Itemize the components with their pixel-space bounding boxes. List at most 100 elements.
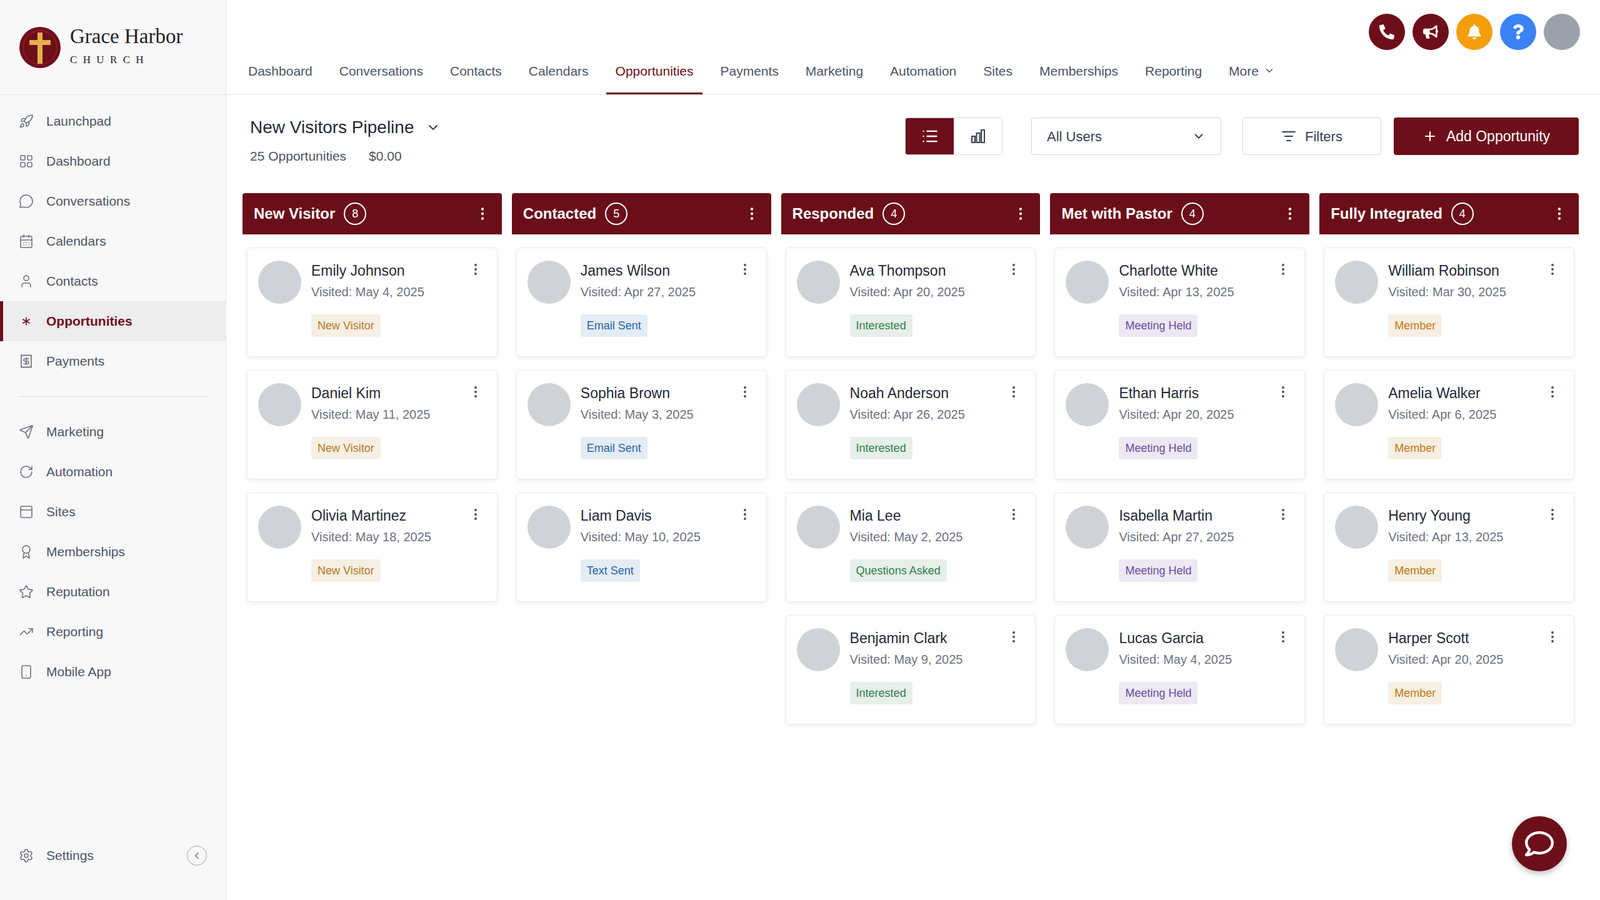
avatar	[1065, 505, 1109, 549]
column-title: Met with Pastor	[1061, 202, 1172, 225]
opportunity-card[interactable]: Emily JohnsonVisited: May 4, 2025New Vis…	[246, 247, 498, 357]
sidebar-item[interactable]: Reporting	[0, 611, 226, 652]
header-icon-button[interactable]	[1456, 13, 1493, 50]
opportunity-card[interactable]: Lucas GarciaVisited: May 4, 2025Meeting …	[1054, 615, 1305, 725]
card-menu-icon[interactable]	[1006, 384, 1022, 400]
sidebar-item[interactable]: Reputation	[0, 571, 226, 612]
opportunity-card[interactable]: Charlotte WhiteVisited: Apr 13, 2025Meet…	[1054, 247, 1305, 357]
contact-name: Liam Davis	[580, 506, 652, 525]
header-icon-button[interactable]	[1500, 13, 1537, 50]
opportunity-card[interactable]: William RobinsonVisited: Mar 30, 2025Mem…	[1323, 247, 1575, 357]
card-menu-icon[interactable]	[1006, 261, 1022, 277]
nav-tab[interactable]: Dashboard	[238, 61, 322, 95]
card-menu-icon[interactable]	[1545, 629, 1560, 645]
phone-icon	[1379, 24, 1395, 40]
sidebar-item[interactable]: Mobile App	[0, 651, 226, 692]
sidebar-item[interactable]: Calendars	[0, 221, 226, 262]
nav-tab[interactable]: Opportunities	[606, 61, 704, 95]
avatar	[796, 505, 840, 549]
collapse-button[interactable]	[186, 845, 207, 866]
nav-tab[interactable]: Sites	[973, 61, 1022, 95]
card-menu-icon[interactable]	[1275, 261, 1291, 277]
avatar	[796, 383, 840, 427]
opportunity-card[interactable]: Amelia WalkerVisited: Apr 6, 2025Member	[1323, 370, 1575, 480]
chevron-down-icon	[1263, 65, 1275, 77]
opportunity-card[interactable]: Benjamin ClarkVisited: May 9, 2025Intere…	[785, 615, 1037, 725]
user-filter-select[interactable]: All Users	[1031, 117, 1222, 155]
card-menu-icon[interactable]	[1545, 384, 1560, 400]
sidebar-item[interactable]: Memberships	[0, 531, 226, 572]
chart-view-button[interactable]	[953, 118, 1002, 155]
opportunity-card[interactable]: Noah AndersonVisited: Apr 26, 2025Intere…	[785, 370, 1037, 480]
card-menu-icon[interactable]	[1545, 261, 1560, 277]
pipeline-column: Responded4Ava ThompsonVisited: Apr 20, 2…	[781, 193, 1041, 725]
megaphone-icon	[1423, 24, 1439, 40]
opportunity-card[interactable]: Daniel KimVisited: May 11, 2025New Visit…	[246, 370, 498, 480]
opportunity-card[interactable]: Ethan HarrisVisited: Apr 20, 2025Meeting…	[1054, 370, 1305, 480]
column-menu-icon[interactable]	[743, 205, 760, 222]
status-tag: Member	[1388, 559, 1442, 582]
list-icon	[921, 127, 939, 145]
visited-date: Visited: Apr 13, 2025	[1118, 283, 1234, 301]
card-menu-icon[interactable]	[737, 506, 753, 522]
sidebar-item[interactable]: Payments	[0, 341, 226, 382]
nav-tab[interactable]: Conversations	[330, 61, 433, 95]
card-menu-icon[interactable]	[468, 261, 484, 277]
user-avatar[interactable]	[1543, 13, 1580, 50]
card-menu-icon[interactable]	[737, 384, 753, 400]
opportunity-card[interactable]: Olivia MartinezVisited: May 18, 2025New …	[246, 492, 498, 602]
card-menu-icon[interactable]	[468, 384, 484, 400]
sidebar-item[interactable]: Opportunities	[0, 301, 226, 342]
header-icon-button[interactable]	[1412, 13, 1449, 50]
nav-tab[interactable]: More	[1219, 61, 1285, 95]
opportunity-card[interactable]: Mia LeeVisited: May 2, 2025Questions Ask…	[785, 492, 1037, 602]
nav-tab[interactable]: Payments	[710, 61, 788, 95]
opportunity-card[interactable]: Isabella MartinVisited: Apr 27, 2025Meet…	[1054, 492, 1305, 602]
header-icon-button[interactable]	[1368, 13, 1405, 50]
nav-tab[interactable]: Reporting	[1135, 61, 1212, 95]
pipeline-column: Fully Integrated4 William RobinsonVisited…	[1319, 193, 1579, 725]
sidebar-item[interactable]: Launchpad	[0, 101, 226, 142]
column-menu-icon[interactable]	[1281, 205, 1299, 222]
card-menu-icon[interactable]	[468, 506, 484, 522]
card-menu-icon[interactable]	[1545, 506, 1560, 522]
settings-item[interactable]: Settings	[0, 835, 226, 876]
filters-button[interactable]: Filters	[1242, 117, 1382, 155]
sidebar-item[interactable]: Automation	[0, 451, 226, 492]
opportunity-card[interactable]: Liam DavisVisited: May 10, 2025Text Sent	[516, 492, 767, 602]
nav-tab[interactable]: Calendars	[519, 61, 599, 95]
add-opportunity-button[interactable]: Add Opportunity	[1393, 117, 1579, 155]
contact-name: Sophia Brown	[580, 383, 670, 403]
sidebar-item[interactable]: Conversations	[0, 181, 226, 222]
chat-button[interactable]	[1511, 816, 1567, 872]
nav-tab[interactable]: Marketing	[796, 61, 873, 95]
opportunity-card[interactable]: Henry YoungVisited: Apr 13, 2025Member	[1323, 492, 1575, 602]
sidebar-item[interactable]: Dashboard	[0, 141, 226, 182]
sidebar-item[interactable]: Sites	[0, 491, 226, 532]
opportunity-card[interactable]: Sophia BrownVisited: May 3, 2025Email Se…	[516, 370, 767, 480]
card-menu-icon[interactable]	[1275, 506, 1291, 522]
card-menu-icon[interactable]	[1275, 384, 1291, 400]
sidebar-item-icon	[18, 624, 34, 640]
nav-tab[interactable]: Memberships	[1030, 61, 1128, 95]
column-menu-icon[interactable]	[474, 205, 491, 222]
card-menu-icon[interactable]	[1006, 506, 1022, 522]
column-header: Fully Integrated4	[1319, 193, 1579, 235]
list-view-button[interactable]	[905, 118, 954, 155]
opportunity-card[interactable]: Ava ThompsonVisited: Apr 20, 2025Interes…	[785, 247, 1037, 357]
pipeline-selector[interactable]: New Visitors Pipeline	[250, 117, 441, 138]
avatar	[527, 260, 571, 304]
sidebar-item-icon	[18, 353, 34, 369]
nav-tab[interactable]: Contacts	[440, 61, 512, 95]
column-menu-icon[interactable]	[1012, 205, 1029, 222]
nav-tab[interactable]: Automation	[880, 61, 966, 95]
opportunity-card[interactable]: Harper ScottVisited: Apr 20, 2025Member	[1323, 615, 1575, 725]
sidebar-item[interactable]: Marketing	[0, 411, 226, 452]
card-menu-icon[interactable]	[1275, 629, 1291, 645]
card-menu-icon[interactable]	[737, 261, 753, 277]
sidebar-item[interactable]: Contacts	[0, 261, 226, 302]
column-menu-icon[interactable]	[1551, 205, 1568, 222]
card-menu-icon[interactable]	[1006, 629, 1022, 645]
opportunity-card[interactable]: James WilsonVisited: Apr 27, 2025Email S…	[516, 247, 767, 357]
column-header: New Visitor8	[242, 193, 502, 235]
